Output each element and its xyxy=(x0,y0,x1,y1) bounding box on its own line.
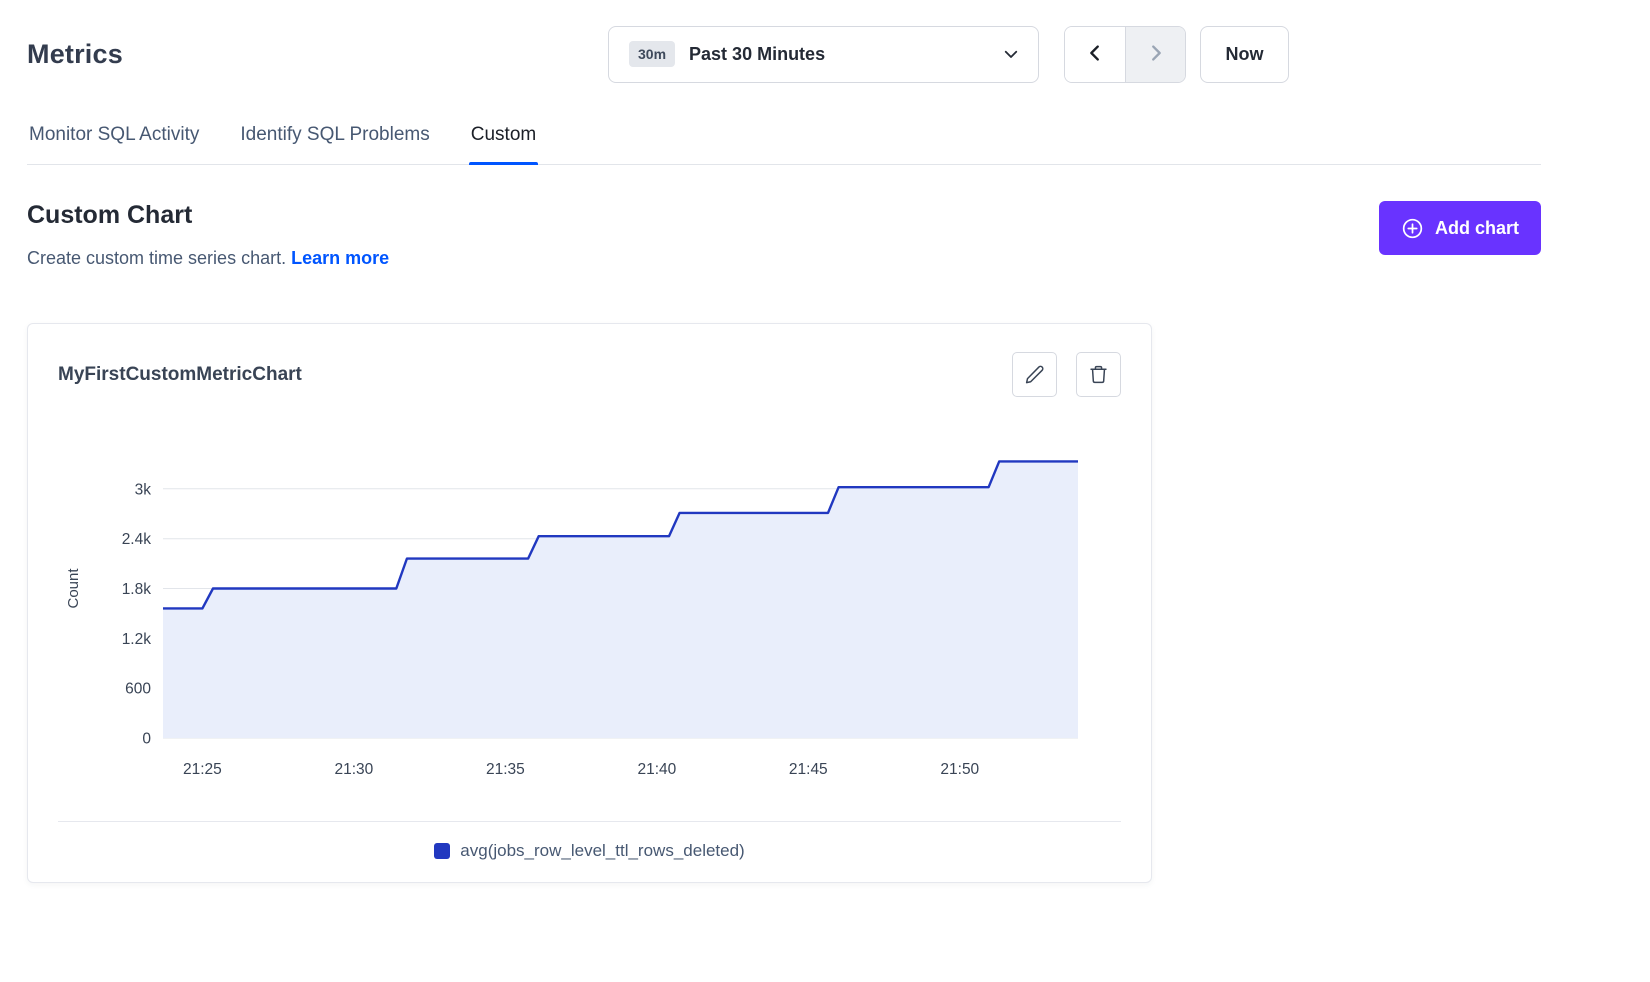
svg-text:21:25: 21:25 xyxy=(183,761,222,778)
custom-metric-chart-card: MyFirstCustomMetricChart 0 600 1.2k 1.8k 2.4… xyxy=(27,323,1152,883)
time-pager-group: Now xyxy=(1064,26,1289,83)
metrics-page: Metrics 30m Past 30 Minutes xyxy=(0,0,1650,883)
time-range-badge: 30m xyxy=(629,41,675,67)
svg-text:21:30: 21:30 xyxy=(335,761,374,778)
next-time-button[interactable] xyxy=(1125,27,1185,82)
section-description-text: Create custom time series chart. xyxy=(27,248,286,268)
add-chart-button[interactable]: Add chart xyxy=(1379,201,1541,255)
chart-title: MyFirstCustomMetricChart xyxy=(58,364,302,386)
legend-swatch xyxy=(434,843,450,859)
now-button[interactable]: Now xyxy=(1200,26,1289,83)
section-title-block: Custom Chart Create custom time series c… xyxy=(27,201,389,269)
chart-card-header: MyFirstCustomMetricChart xyxy=(58,352,1121,397)
pencil-icon xyxy=(1024,364,1045,385)
plus-circle-icon xyxy=(1401,217,1424,240)
timeseries-chart: 0 600 1.2k 1.8k 2.4k 3k 21:25 21:30 21:35 21:40 21… xyxy=(58,425,1121,795)
page-title: Metrics xyxy=(27,39,123,70)
time-range-label: Past 30 Minutes xyxy=(689,44,825,65)
add-chart-label: Add chart xyxy=(1435,218,1519,239)
page-header: Metrics 30m Past 30 Minutes xyxy=(27,22,1623,86)
chart-actions xyxy=(1012,352,1121,397)
custom-chart-section-header: Custom Chart Create custom time series c… xyxy=(27,201,1541,269)
section-description: Create custom time series chart. Learn m… xyxy=(27,248,389,269)
tab-custom[interactable]: Custom xyxy=(469,118,538,164)
svg-text:1.8k: 1.8k xyxy=(122,581,152,598)
section-title: Custom Chart xyxy=(27,201,389,230)
svg-text:600: 600 xyxy=(125,681,151,698)
chevron-down-icon xyxy=(1002,45,1020,63)
legend-label: avg(jobs_row_level_ttl_rows_deleted) xyxy=(460,841,744,861)
svg-text:21:35: 21:35 xyxy=(486,761,525,778)
chevron-right-icon xyxy=(1145,42,1167,67)
time-controls: 30m Past 30 Minutes xyxy=(608,26,1289,83)
chart-legend: avg(jobs_row_level_ttl_rows_deleted) xyxy=(58,821,1121,882)
tab-monitor-sql-activity[interactable]: Monitor SQL Activity xyxy=(27,118,201,164)
svg-text:21:45: 21:45 xyxy=(789,761,828,778)
legend-item[interactable]: avg(jobs_row_level_ttl_rows_deleted) xyxy=(434,841,744,861)
trash-icon xyxy=(1088,364,1109,385)
delete-chart-button[interactable] xyxy=(1076,352,1121,397)
learn-more-link[interactable]: Learn more xyxy=(291,248,389,268)
previous-time-button[interactable] xyxy=(1065,27,1125,82)
svg-text:21:40: 21:40 xyxy=(638,761,677,778)
chart-plot-area: 0 600 1.2k 1.8k 2.4k 3k 21:25 21:30 21:35 21:40 21… xyxy=(58,425,1123,790)
svg-text:21:50: 21:50 xyxy=(940,761,979,778)
time-range-dropdown[interactable]: 30m Past 30 Minutes xyxy=(608,26,1039,83)
svg-text:3k: 3k xyxy=(135,481,152,498)
metrics-tabs: Monitor SQL Activity Identify SQL Proble… xyxy=(27,118,1541,165)
tab-identify-sql-problems[interactable]: Identify SQL Problems xyxy=(238,118,431,164)
time-pager xyxy=(1064,26,1186,83)
svg-text:Count: Count xyxy=(65,568,82,609)
edit-chart-button[interactable] xyxy=(1012,352,1057,397)
svg-text:1.2k: 1.2k xyxy=(122,631,152,648)
svg-text:2.4k: 2.4k xyxy=(122,531,152,548)
chevron-left-icon xyxy=(1084,42,1106,67)
svg-text:0: 0 xyxy=(142,731,151,748)
